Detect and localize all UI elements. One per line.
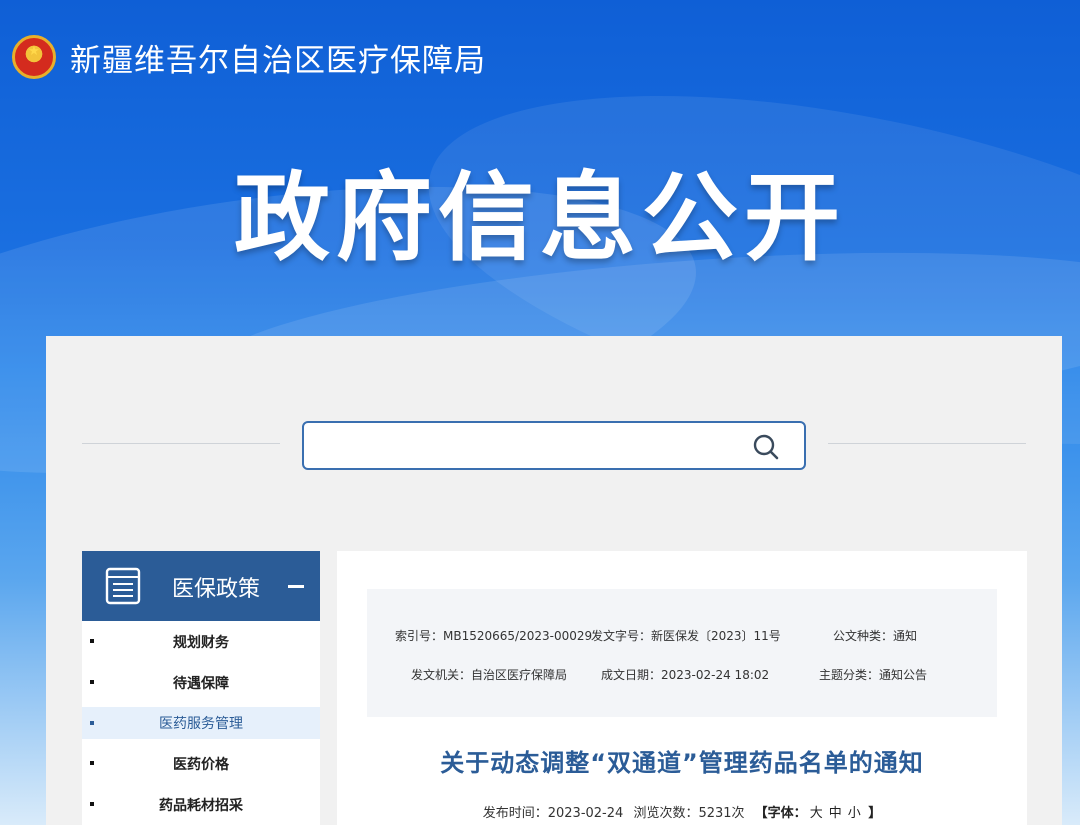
font-size-open: 【字体： (754, 806, 807, 821)
search-input[interactable] (314, 431, 734, 461)
sidebar-title: 医保政策 (172, 577, 261, 602)
divider-line (82, 443, 280, 444)
sidebar-item-label: 医药价格 (173, 756, 229, 773)
document-meta: 索引号：MB1520665/2023-00029 发文字号：新医保发〔2023〕… (367, 589, 997, 717)
font-medium-button[interactable]: 中 (829, 806, 842, 821)
bullet-icon (90, 680, 94, 684)
meta-date-created: 成文日期：2023-02-24 18:02 (601, 668, 770, 682)
sidebar-item-label: 医药服务管理 (159, 716, 243, 732)
bullet-icon (90, 721, 94, 725)
national-emblem-icon (12, 35, 56, 79)
sidebar-item-pricing[interactable]: 医药价格 (82, 743, 320, 784)
bullet-icon (90, 639, 94, 643)
sidebar-list: 规划财务 待遇保障 医药服务管理 医药价格 药品耗材招采 (82, 621, 320, 825)
font-large-button[interactable]: 大 (810, 806, 823, 821)
view-count: 浏览次数：5231次 (633, 806, 745, 821)
sidebar-item-benefits[interactable]: 待遇保障 (82, 662, 320, 703)
bullet-icon (90, 761, 94, 765)
sidebar-header[interactable]: 医保政策 (82, 551, 320, 621)
hero-title: 政府信息公开 (234, 162, 846, 274)
publish-time: 发布时间：2023-02-24 (482, 806, 624, 821)
sidebar: 医保政策 规划财务 待遇保障 医药服务管理 医药价格 药品耗材招采 (82, 551, 320, 825)
main-panel: 医保政策 规划财务 待遇保障 医药服务管理 医药价格 药品耗材招采 索引号：MB… (46, 336, 1062, 825)
document-title: 关于动态调整“双通道”管理药品名单的通知 (440, 749, 924, 777)
site-title[interactable]: 新疆维吾尔自治区医疗保障局 (70, 35, 486, 80)
divider-line (828, 443, 1026, 444)
search-box[interactable] (302, 421, 806, 470)
site-header[interactable]: 新疆维吾尔自治区医疗保障局 (12, 32, 486, 82)
meta-subject: 主题分类：通知公告 (819, 668, 928, 682)
sidebar-item-label: 药品耗材招采 (159, 797, 243, 814)
document-list-icon (105, 567, 141, 605)
meta-doc-type: 公文种类：通知 (833, 629, 918, 643)
sidebar-item-planning-finance[interactable]: 规划财务 (82, 621, 320, 662)
bullet-icon (90, 802, 94, 806)
sidebar-item-label: 待遇保障 (173, 675, 229, 692)
meta-index-no: 索引号：MB1520665/2023-00029 (395, 629, 593, 643)
search-icon[interactable] (752, 433, 780, 461)
font-small-button[interactable]: 小 (848, 806, 861, 821)
publish-info: 发布时间：2023-02-24 浏览次数：5231次 【字体：大中小 】 (337, 802, 1027, 821)
meta-doc-no: 发文字号：新医保发〔2023〕11号 (591, 629, 781, 643)
collapse-icon[interactable] (288, 585, 304, 588)
font-size-close: 】 (863, 806, 882, 821)
meta-issuer: 发文机关：自治区医疗保障局 (411, 668, 568, 682)
sidebar-item-label: 规划财务 (173, 634, 229, 651)
sidebar-item-medical-service[interactable]: 医药服务管理 (82, 707, 320, 739)
document-content: 索引号：MB1520665/2023-00029 发文字号：新医保发〔2023〕… (337, 551, 1027, 825)
font-size-control: 【字体：大中小 】 (755, 806, 882, 821)
sidebar-item-procurement[interactable]: 药品耗材招采 (82, 784, 320, 825)
